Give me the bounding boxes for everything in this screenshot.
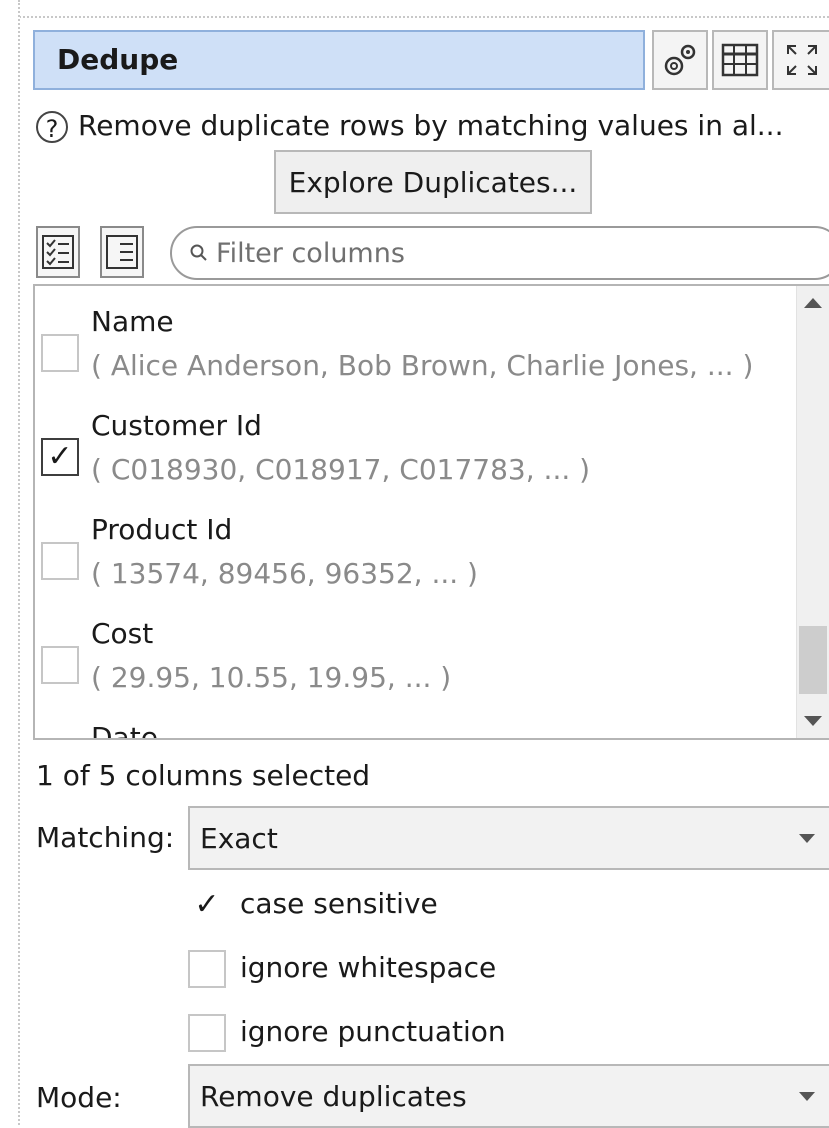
uncheck-all-button[interactable]	[100, 226, 144, 278]
ignore-whitespace-option[interactable]: ignore whitespace	[188, 948, 496, 988]
matching-value: Exact	[200, 821, 278, 855]
scrollbar[interactable]	[796, 286, 829, 738]
case-sensitive-option[interactable]: ✓ case sensitive	[188, 884, 438, 924]
mode-value: Remove duplicates	[200, 1079, 467, 1113]
column-checkbox[interactable]	[41, 542, 79, 580]
ignore-punctuation-option[interactable]: ignore punctuation	[188, 1012, 506, 1052]
check-all-button[interactable]	[36, 226, 80, 278]
column-name: Name	[91, 305, 174, 338]
option-label: ignore punctuation	[240, 1015, 506, 1048]
column-name: Product Id	[91, 513, 233, 546]
explore-duplicates-button[interactable]: Explore Duplicates...	[274, 150, 592, 214]
mode-select[interactable]: Remove duplicates	[188, 1064, 829, 1128]
torn-edge-top	[0, 0, 829, 18]
help-icon[interactable]: ?	[36, 111, 68, 143]
scroll-up-icon[interactable]	[804, 298, 822, 308]
selection-status: 1 of 5 columns selected	[36, 759, 371, 792]
matching-select[interactable]: Exact	[188, 806, 829, 870]
filter-placeholder: Filter columns	[216, 237, 405, 269]
gears-icon	[664, 44, 696, 76]
chevron-down-icon	[799, 834, 815, 843]
scroll-down-icon[interactable]	[804, 716, 822, 726]
table-view-button[interactable]	[712, 30, 768, 90]
checklist-icon	[42, 235, 74, 269]
column-name: Date	[91, 721, 158, 740]
case-sensitive-checkbox[interactable]: ✓	[188, 886, 226, 924]
matching-label: Matching:	[36, 821, 175, 854]
column-sample-values: ( Alice Anderson, Bob Brown, Charlie Jon…	[91, 349, 754, 382]
option-label: case sensitive	[240, 887, 438, 920]
option-label: ignore whitespace	[240, 951, 497, 984]
torn-edge-left	[0, 0, 20, 1125]
column-sample-values: ( 13574, 89456, 96352, ... )	[91, 557, 478, 590]
list-icon	[106, 235, 138, 269]
panel-title: Dedupe	[33, 30, 645, 90]
column-name: Cost	[91, 617, 154, 650]
description-text: Remove duplicate rows by matching values…	[78, 109, 784, 142]
chevron-down-icon	[799, 1092, 815, 1101]
ignore-whitespace-checkbox[interactable]	[188, 950, 226, 988]
column-list[interactable]: Name ( Alice Anderson, Bob Brown, Charli…	[33, 284, 829, 740]
filter-columns-input[interactable]: Filter columns	[170, 226, 829, 280]
ignore-punctuation-checkbox[interactable]	[188, 1014, 226, 1052]
column-sample-values: ( 29.95, 10.55, 19.95, ... )	[91, 661, 452, 694]
search-icon	[190, 244, 207, 261]
scrollbar-thumb[interactable]	[799, 626, 827, 694]
column-checkbox[interactable]	[41, 334, 79, 372]
mode-label: Mode:	[36, 1081, 122, 1114]
column-sample-values: ( C018930, C018917, C017783, ... )	[91, 453, 591, 486]
table-icon	[721, 43, 759, 77]
expand-icon	[786, 45, 817, 75]
column-checkbox[interactable]: ✓	[41, 438, 79, 476]
column-checkbox[interactable]	[41, 646, 79, 684]
column-name: Customer Id	[91, 409, 262, 442]
settings-button[interactable]	[652, 30, 708, 90]
maximize-button[interactable]	[772, 30, 829, 90]
description-row: ? Remove duplicate rows by matching value…	[36, 106, 783, 146]
